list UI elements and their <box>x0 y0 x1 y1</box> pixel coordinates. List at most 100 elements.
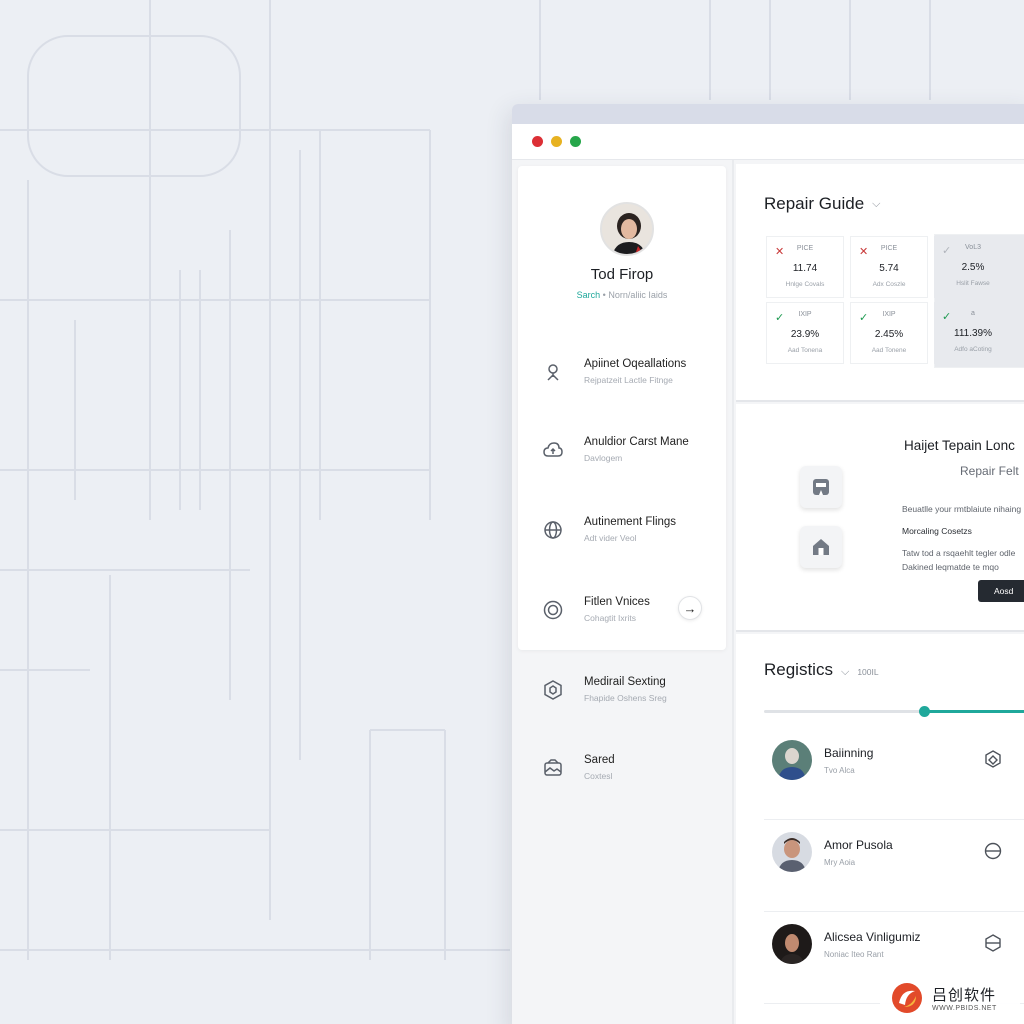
store-button[interactable] <box>800 466 842 508</box>
maximize-window-button[interactable] <box>570 136 581 147</box>
stat-value: 23.9% <box>790 329 820 340</box>
profile-subtitle-text: Norn/aliic Iaids <box>608 290 668 300</box>
repair-guide-title-dropdown[interactable]: Repair Guide ⌵ <box>764 194 881 214</box>
feature-subtitle: Repair Felt <box>960 464 1019 478</box>
registics-progress-handle[interactable] <box>919 706 930 717</box>
sidebar-item-desc: Fhapide Oshens Sreg <box>584 693 667 703</box>
sidebar-item-title: Autinement Flings <box>584 516 677 528</box>
registics-title: Registics <box>764 660 833 679</box>
hexagon-link-icon[interactable] <box>982 748 1004 770</box>
window-top-strip <box>512 104 1024 124</box>
sidebar-item-desc: Cohagtit Ixrits <box>584 613 636 623</box>
sidebar-item-4[interactable]: Medirail Sexting Fhapide Oshens Sreg <box>542 676 722 716</box>
feature-text-line: Beuatlle your rmtblaiute nihaing <box>902 504 1022 514</box>
registics-role: Mry Aoia <box>824 858 856 867</box>
stat-card-2[interactable]: ✓ VoL3 2.5% Hslit Fawse <box>934 236 1012 298</box>
watermark-name: 吕创软件 <box>932 987 997 1004</box>
sidebar-item-desc: Coxtesl <box>584 771 613 781</box>
sidebar-item-title: Fitlen Vnices <box>584 596 650 608</box>
registics-row-1[interactable]: Amor Pusola Mry Aoia <box>764 820 1024 912</box>
registics-name: Baiinning <box>824 746 874 760</box>
stat-desc: Adfo aCoting <box>954 346 992 353</box>
stat-label: IXIP <box>882 311 896 318</box>
stat-desc: Hslit Fawse <box>956 280 990 287</box>
stat-value: 5.74 <box>879 263 899 274</box>
registics-row-0[interactable]: Baiinning Tvo Alca <box>764 728 1024 820</box>
registics-panel: Registics ⌵ 100IL Baiinning Tvo Alca Amo… <box>736 634 1024 1024</box>
sidebar-item-desc: Davlogem <box>584 453 623 463</box>
sidebar-divider <box>732 160 734 1024</box>
image-box-icon <box>542 757 564 779</box>
globe-icon <box>542 519 564 541</box>
minimize-window-button[interactable] <box>551 136 562 147</box>
sidebar-item-0[interactable]: Apiinet Oqeallations Rejpatzeit Lactle F… <box>542 358 722 398</box>
stat-card-1[interactable]: ✕ PICE 5.74 Adx Coszle <box>850 236 928 298</box>
sidebar-item-5[interactable]: Sared Coxtesl <box>542 754 722 794</box>
hexagon-icon <box>542 679 564 701</box>
profile-name: Tod Firop <box>590 266 654 283</box>
circle-minus-icon[interactable] <box>982 840 1004 862</box>
sidebar-item-title: Anuldior Carst Mane <box>584 436 689 448</box>
chevron-down-icon: ⌵ <box>840 666 850 678</box>
stat-value: 111.39% <box>954 328 992 339</box>
watermark-badge: 吕创软件 WWW.PBIDS.NET <box>880 976 1020 1020</box>
title-bar <box>512 124 1024 160</box>
stat-label: PICE <box>796 245 814 252</box>
house-button[interactable] <box>800 526 842 568</box>
stat-desc: Adx Coszle <box>872 281 906 288</box>
sidebar-profile-card: Tod Firop Sarch • Norn/aliic Iaids Apiin… <box>518 166 726 650</box>
stat-desc: Hnlge Covals <box>785 281 825 288</box>
stat-card-3[interactable]: ✓ IXIP 23.9% Aad Tonena <box>766 302 844 364</box>
profile-avatar-image <box>602 204 652 254</box>
stat-card-0[interactable]: ✕ PICE 11.74 Hnlge Covals <box>766 236 844 298</box>
registics-role: Tvo Alca <box>824 766 855 775</box>
feature-text-line: Tatw tod a rsqaehlt tegler odle <box>902 548 1016 558</box>
stat-card-5[interactable]: ✓ a 111.39% Adfo aCoting <box>934 302 1012 364</box>
sidebar-item-title: Sared <box>584 754 615 766</box>
diamond-link-icon[interactable] <box>982 932 1004 954</box>
stat-card-4[interactable]: ✓ IXIP 2.45% Aad Tonene <box>850 302 928 364</box>
watermark-url: WWW.PBIDS.NET <box>932 1005 997 1012</box>
sidebar-item-desc: Adt vider Veol <box>584 533 637 543</box>
app-window: Tod Firop Sarch • Norn/aliic Iaids Apiin… <box>512 104 1024 1024</box>
registics-name: Amor Pusola <box>824 838 893 852</box>
profile-separator: • <box>602 290 606 300</box>
feature-title: Haijet Tepain Lonc <box>904 438 1015 453</box>
stat-desc: Aad Tonena <box>787 347 823 354</box>
forward-arrow-button[interactable]: → <box>678 596 702 620</box>
registics-title-dropdown[interactable]: Registics ⌵ 100IL <box>764 660 879 680</box>
stat-desc: Aad Tonene <box>871 347 907 354</box>
sidebar-item-desc: Rejpatzeit Lactle Fitnge <box>584 375 673 385</box>
avatar <box>772 740 812 780</box>
repair-guide-panel: Repair Guide ⌵ ✕ PICE 11.74 Hnlge Covals… <box>736 164 1024 402</box>
store-icon <box>813 479 829 495</box>
close-window-button[interactable] <box>532 136 543 147</box>
feature-text-heading: Morcaling Cosetzs <box>902 526 972 536</box>
stat-value: 2.45% <box>874 329 904 340</box>
stat-value: 2.5% <box>961 262 985 273</box>
feature-action-button[interactable]: Aosd <box>978 580 1024 602</box>
stat-label: IXIP <box>798 311 812 318</box>
repair-feature-panel: Haijet Tepain Lonc Repair Felt Beuatlle … <box>736 404 1024 632</box>
sidebar-item-1[interactable]: Anuldior Carst Mane Davlogem <box>542 436 722 476</box>
watermark-logo-icon <box>892 983 922 1013</box>
stat-value: 11.74 <box>792 263 818 274</box>
chevron-down-icon: ⌵ <box>872 197 881 210</box>
cloud-upload-icon <box>542 439 564 461</box>
registics-progress-track[interactable] <box>764 706 1024 717</box>
sidebar-item-title: Medirail Sexting <box>584 676 666 688</box>
registics-name: Alicsea Vinligumiz <box>824 930 921 944</box>
feature-text-line: Dakined leqmatde te mqo <box>902 562 999 572</box>
stat-label: PICE <box>880 245 898 252</box>
registics-role: Noniac Iteo Rant <box>824 950 884 959</box>
target-icon <box>542 599 564 621</box>
profile-search-link[interactable]: Sarch <box>577 290 601 300</box>
registics-progress-fill <box>924 710 1024 713</box>
house-icon <box>813 539 829 555</box>
registics-count: 100IL <box>857 667 879 677</box>
sidebar-item-2[interactable]: Autinement Flings Adt vider Veol <box>542 516 722 556</box>
avatar <box>772 832 812 872</box>
repair-guide-title: Repair Guide <box>764 194 865 213</box>
profile-avatar[interactable] <box>600 202 654 256</box>
avatar <box>772 924 812 964</box>
